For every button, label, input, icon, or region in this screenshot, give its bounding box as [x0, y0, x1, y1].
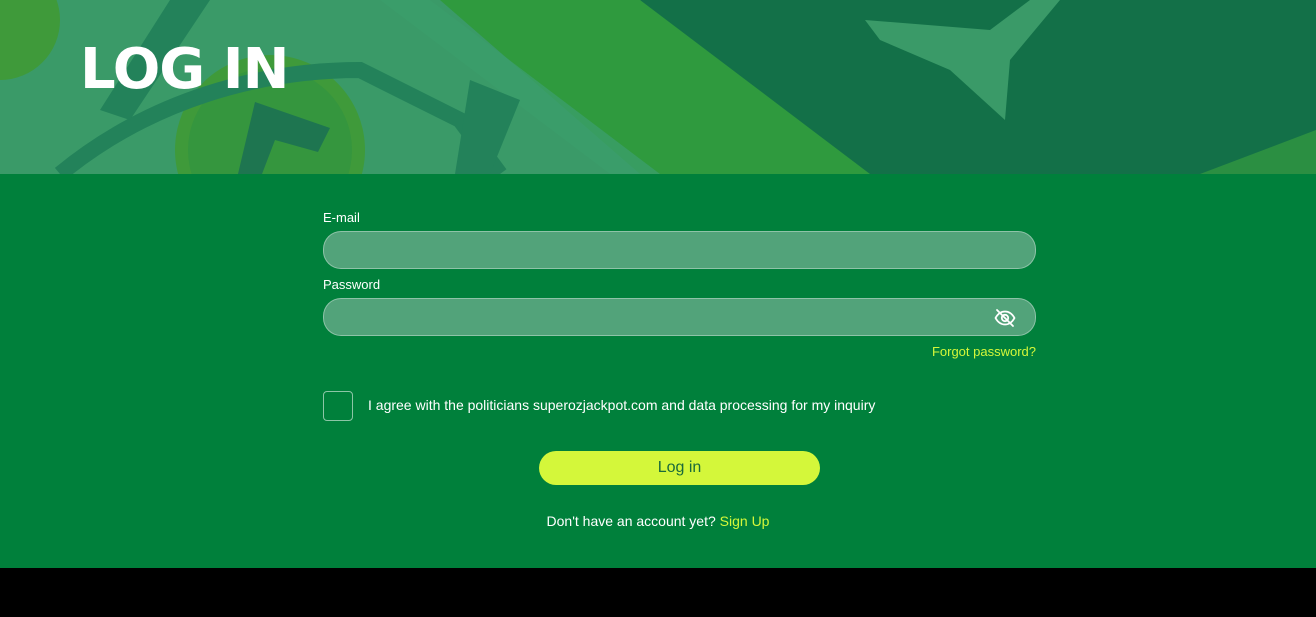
page: LOG IN E-mail Password Forgot password? [0, 0, 1316, 617]
agree-checkbox[interactable] [323, 391, 353, 421]
login-section: E-mail Password Forgot password? I agree… [0, 174, 1316, 568]
password-field[interactable] [324, 299, 1035, 335]
email-field[interactable] [324, 232, 1035, 268]
email-label: E-mail [323, 210, 360, 225]
eye-slash-icon[interactable] [993, 306, 1017, 330]
signup-link[interactable]: Sign Up [720, 513, 770, 529]
agree-label: I agree with the politicians superozjack… [368, 397, 876, 413]
login-button[interactable]: Log in [539, 451, 820, 485]
forgot-password-link[interactable]: Forgot password? [932, 344, 1036, 360]
footer-strip [0, 568, 1316, 617]
hero-banner: LOG IN [0, 0, 1316, 174]
signup-prompt: Don't have an account yet? Sign Up [0, 513, 1316, 529]
no-account-text: Don't have an account yet? [546, 513, 716, 529]
page-title: LOG IN [80, 37, 289, 102]
email-field-wrapper [323, 231, 1036, 269]
password-label: Password [323, 277, 381, 292]
password-field-wrapper [323, 298, 1036, 336]
